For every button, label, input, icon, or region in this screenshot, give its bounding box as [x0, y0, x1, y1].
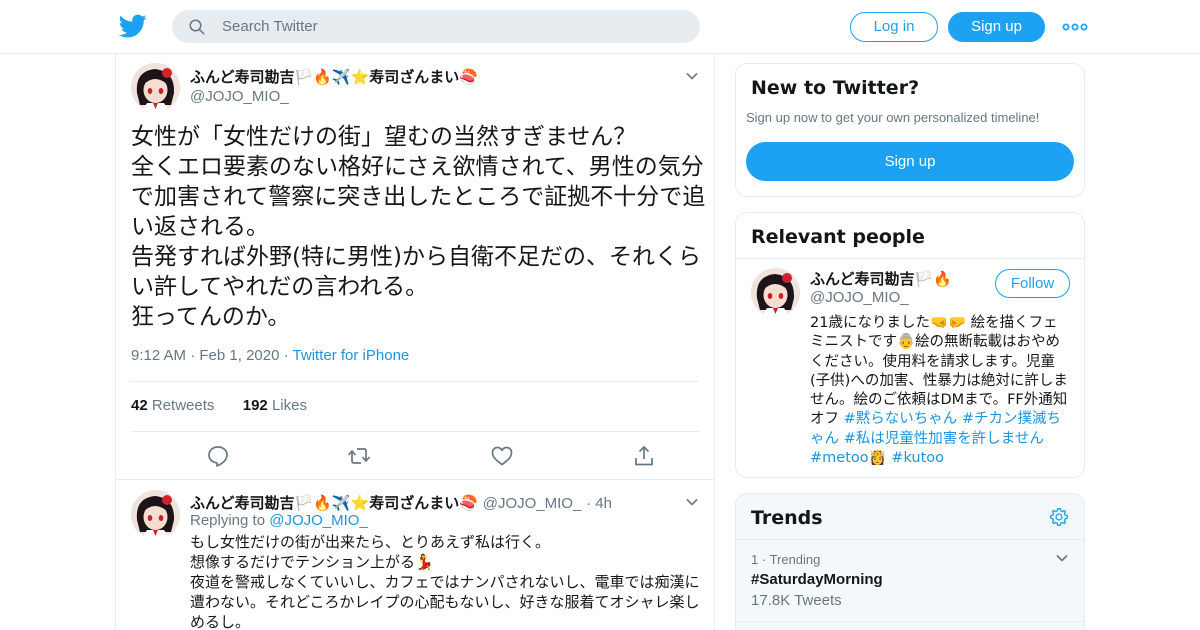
replying-to: Replying to @JOJO_MIO_ [190, 512, 368, 529]
relevant-people-card: Relevant people ふんど寿司勘吉🏳️🔥 @JOJO_MIO_ Fo… [735, 212, 1085, 478]
divider [736, 621, 1084, 622]
bio-hashtag[interactable]: #metoo [810, 450, 869, 466]
person-bio: 21歳になりました🤜🤛 絵を描くフェミニストです👵絵の無断転載はおやめください。… [810, 314, 1072, 468]
divider [116, 479, 714, 480]
follow-button[interactable]: Follow [995, 269, 1070, 298]
signup-button[interactable]: Sign up [948, 12, 1045, 42]
bio-hashtag[interactable]: #黙らないちゃん [844, 411, 958, 427]
timeline: ふんど寿司勘吉🏳️🔥✈️⭐寿司ざんまい🍣 @JOJO_MIO_ 女性が「女性だけ… [115, 54, 715, 630]
person-handle[interactable]: @JOJO_MIO_ [810, 289, 909, 306]
replying-to-link[interactable]: @JOJO_MIO_ [269, 512, 368, 529]
search-input[interactable] [222, 10, 682, 43]
retweet-icon[interactable] [347, 444, 371, 468]
meta-separator: · [190, 347, 200, 364]
person-avatar[interactable] [751, 268, 800, 317]
trend-meta: 1 · Trending [751, 552, 821, 567]
reply-author-avatar[interactable] [131, 490, 180, 539]
search-box[interactable] [172, 10, 700, 43]
twitter-bird-icon[interactable] [119, 12, 147, 40]
meta-separator: · [283, 347, 293, 364]
reply-author-handle[interactable]: @JOJO_MIO_ [483, 495, 582, 512]
bio-hashtag[interactable]: #kutoo [891, 450, 944, 466]
likes-stat[interactable]: 192 Likes [243, 397, 307, 414]
trend-count: 17.8K Tweets [751, 592, 842, 609]
bio-emoji: 👸 [868, 450, 887, 467]
trend-label: Trending [769, 552, 821, 567]
person-name[interactable]: ふんど寿司勘吉🏳️🔥 [810, 268, 952, 289]
search-icon [189, 19, 205, 35]
retweets-label: Retweets [151, 397, 215, 414]
gear-icon[interactable] [1049, 507, 1069, 527]
trends-card: Trends 1 · Trending #SaturdayMorning 17.… [735, 493, 1085, 630]
divider [131, 381, 699, 382]
divider [736, 258, 1084, 259]
trend-rank: 1 [751, 552, 759, 567]
chevron-down-icon[interactable] [685, 495, 699, 509]
card-title: Relevant people [751, 226, 925, 248]
reply-text: もし女性だけの街が出来たら、とりあえず私は行く。 想像するだけでテンション上がる… [190, 533, 700, 630]
top-bar: Log in Sign up [0, 0, 1200, 54]
retweets-count: 42 [131, 397, 148, 414]
divider [736, 539, 1084, 540]
reply-header: ふんど寿司勘吉🏳️🔥✈️⭐寿司ざんまい🍣 @JOJO_MIO_ · 4h [190, 492, 612, 513]
more-options-icon[interactable] [1062, 18, 1088, 36]
bio-hashtag[interactable]: #私は児童性加害を許しません [844, 431, 1044, 447]
author-avatar[interactable] [131, 63, 180, 112]
tweet-meta: 9:12 AM · Feb 1, 2020 · Twitter for iPho… [131, 347, 409, 364]
divider [131, 431, 699, 432]
sidebar-signup-button[interactable]: Sign up [746, 142, 1074, 181]
card-subtitle: Sign up now to get your own personalized… [746, 110, 1040, 125]
reply-icon[interactable] [206, 444, 230, 468]
reply-author-name[interactable]: ふんど寿司勘吉🏳️🔥✈️⭐寿司ざんまい🍣 [190, 494, 478, 512]
tweet-stats: 42 Retweets 192 Likes [131, 397, 307, 414]
tweet-actions [131, 442, 699, 470]
card-title: Trends [751, 507, 823, 529]
likes-count: 192 [242, 397, 268, 414]
tweet-date[interactable]: Feb 1, 2020 [199, 347, 279, 364]
chevron-down-icon[interactable] [685, 69, 699, 83]
replying-prefix: Replying to [190, 512, 266, 529]
chevron-down-icon[interactable] [1055, 551, 1069, 565]
reply-age[interactable]: 4h [595, 495, 612, 512]
tweet-source-link[interactable]: Twitter for iPhone [293, 347, 410, 364]
author-name[interactable]: ふんど寿司勘吉🏳️🔥✈️⭐寿司ざんまい🍣 [190, 66, 478, 87]
like-icon[interactable] [490, 444, 514, 468]
login-button[interactable]: Log in [850, 12, 938, 42]
likes-label: Likes [271, 397, 307, 414]
author-handle[interactable]: @JOJO_MIO_ [190, 88, 289, 105]
share-icon[interactable] [632, 444, 656, 468]
new-to-twitter-card: New to Twitter? Sign up now to get your … [735, 63, 1085, 197]
trend-name[interactable]: #SaturdayMorning [751, 571, 883, 588]
tweet-text: 女性が「女性だけの街」望むの当然すぎません？ 全くエロ要素のない格好にさえ欲情さ… [131, 124, 706, 330]
card-title: New to Twitter? [751, 77, 920, 99]
tweet-time[interactable]: 9:12 AM [131, 347, 186, 364]
retweets-stat[interactable]: 42 Retweets [131, 397, 214, 414]
meta-separator: · [586, 495, 596, 512]
